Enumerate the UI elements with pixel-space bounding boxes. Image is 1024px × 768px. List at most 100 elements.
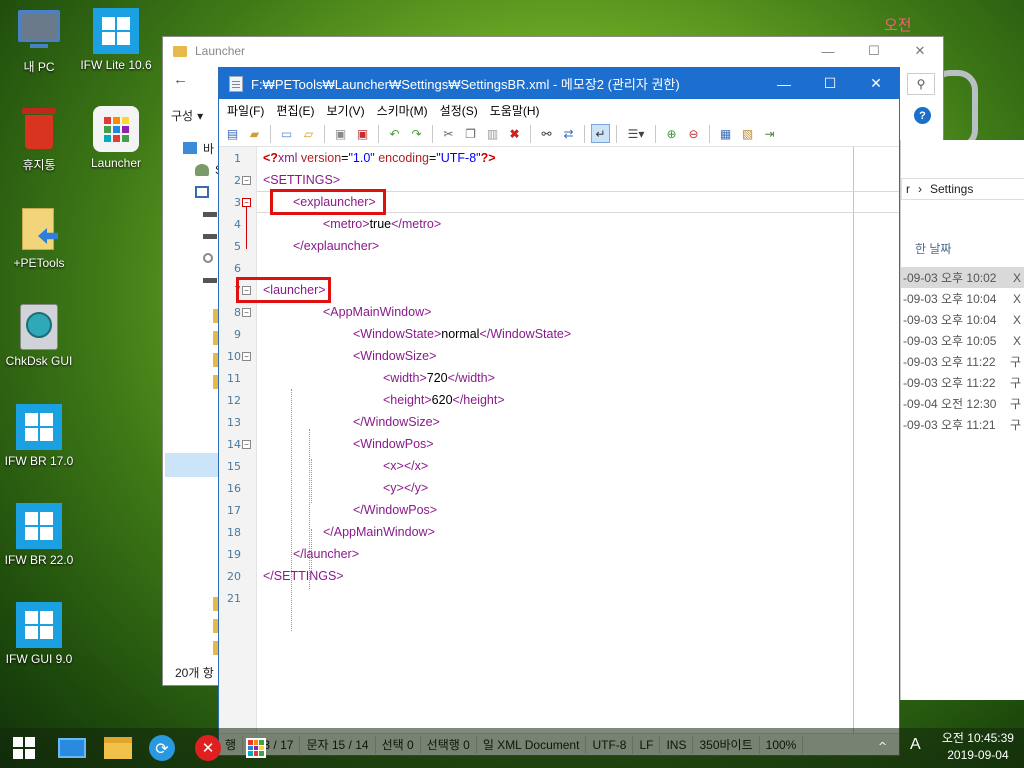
- start-button[interactable]: [8, 732, 40, 764]
- find-icon[interactable]: ⚯: [537, 124, 556, 143]
- help-button[interactable]: ?: [914, 107, 931, 124]
- save-icon[interactable]: ▣: [331, 124, 350, 143]
- desktop-icon-recycle-bin[interactable]: 휴지통: [0, 106, 81, 173]
- redo-icon[interactable]: ↷: [407, 124, 426, 143]
- code-line[interactable]: 4 <metro>true</metro>: [219, 213, 899, 235]
- selected-nav-item[interactable]: [165, 453, 220, 477]
- scheme-icon[interactable]: ▦: [716, 124, 735, 143]
- cut-icon[interactable]: ✂: [439, 124, 458, 143]
- exit-icon[interactable]: ⇥: [760, 124, 779, 143]
- code-line[interactable]: 10− <WindowSize>: [219, 345, 899, 367]
- code-line[interactable]: 12 <height>620</height>: [219, 389, 899, 411]
- code-line[interactable]: 5 </explauncher>: [219, 235, 899, 257]
- word-wrap-icon[interactable]: ↵: [591, 124, 610, 143]
- code-line[interactable]: 14− <WindowPos>: [219, 433, 899, 455]
- desktop-icon-petools[interactable]: +PETools: [0, 206, 81, 270]
- replace-icon[interactable]: ⇄: [559, 124, 578, 143]
- fold-toggle-icon[interactable]: −: [242, 439, 251, 449]
- file-row[interactable]: -09-03 오후 10:05 X: [901, 330, 1024, 351]
- code-line[interactable]: 1 <?xml version="1.0" encoding="UTF-8"?>: [219, 147, 899, 169]
- settings-icon[interactable]: ▧: [738, 124, 757, 143]
- close-button[interactable]: ✕: [853, 68, 899, 99]
- fold-toggle-icon[interactable]: −: [242, 175, 251, 185]
- taskbar-launcher-button[interactable]: [240, 732, 272, 764]
- breadcrumb[interactable]: r › Settings: [901, 178, 1024, 200]
- minimize-button[interactable]: —: [805, 37, 851, 65]
- browse-icon[interactable]: ▭: [277, 124, 296, 143]
- zoom-out-icon[interactable]: ⊖: [684, 124, 703, 143]
- file-row[interactable]: -09-03 오후 10:04 X: [901, 309, 1024, 330]
- fold-toggle-icon[interactable]: −: [242, 197, 251, 207]
- file-row[interactable]: -09-03 오후 10:02 X: [901, 267, 1024, 288]
- organize-menu[interactable]: 구성 ▾: [171, 107, 203, 124]
- code-text: <SETTINGS>: [263, 173, 341, 187]
- zoom-in-icon[interactable]: ⊕: [662, 124, 681, 143]
- paste-icon[interactable]: ▥: [483, 124, 502, 143]
- notepad2-window[interactable]: F:₩PETools₩Launcher₩Settings₩SettingsBR.…: [218, 67, 900, 756]
- menu-item[interactable]: 편집(E): [272, 102, 322, 119]
- search-button[interactable]: ⚲: [907, 73, 935, 95]
- file-row[interactable]: -09-03 오후 11:22 구: [901, 372, 1024, 393]
- desktop-icon-ifw-gui[interactable]: IFW GUI 9.0: [0, 602, 81, 666]
- save-as-icon[interactable]: ▣: [353, 124, 372, 143]
- desktop-icon-ifw-lite[interactable]: IFW Lite 10.6: [74, 8, 158, 72]
- system-clock[interactable]: 오전 10:45:39 2019-09-04: [942, 730, 1014, 764]
- file-row[interactable]: -09-03 오후 11:22 구: [901, 351, 1024, 372]
- notepad-titlebar[interactable]: F:₩PETools₩Launcher₩Settings₩SettingsBR.…: [219, 68, 899, 99]
- minimize-button[interactable]: —: [761, 68, 807, 99]
- fold-toggle-icon[interactable]: −: [242, 307, 251, 317]
- editor-area[interactable]: 1 <?xml version="1.0" encoding="UTF-8"?> 2…: [219, 147, 899, 733]
- taskbar-explorer-button[interactable]: [102, 732, 134, 764]
- desktop-icon-ifw-br-17[interactable]: IFW BR 17.0: [0, 404, 81, 468]
- code-line[interactable]: 8− <AppMainWindow>: [219, 301, 899, 323]
- settings-explorer-window[interactable]: r › Settings 한 날짜 -09-03 오후 10:02 X -09-03…: [900, 140, 1024, 700]
- nav-item-desktop[interactable]: 바: [183, 137, 223, 159]
- menu-item[interactable]: 설정(S): [436, 102, 486, 119]
- code-line[interactable]: 15 <x></x>: [219, 455, 899, 477]
- menu-item[interactable]: 스키마(M): [373, 102, 436, 119]
- code-line[interactable]: 6: [219, 257, 899, 279]
- code-line[interactable]: 21: [219, 587, 899, 609]
- file-row[interactable]: -09-04 오전 12:30 구: [901, 393, 1024, 414]
- code-line[interactable]: 2− <SETTINGS>: [219, 169, 899, 191]
- maximize-button[interactable]: ☐: [851, 37, 897, 65]
- code-line[interactable]: 17 </WindowPos>: [219, 499, 899, 521]
- desktop-icon-launcher[interactable]: Launcher: [74, 106, 158, 170]
- code-line[interactable]: 13 </WindowSize>: [219, 411, 899, 433]
- code-line[interactable]: 20 </SETTINGS>: [219, 565, 899, 587]
- breadcrumb-settings[interactable]: Settings: [930, 182, 973, 196]
- delete-icon[interactable]: ✖: [505, 124, 524, 143]
- taskbar-close-app-button[interactable]: ✕: [192, 732, 224, 764]
- list-dropdown-icon[interactable]: ☰▾: [623, 124, 649, 143]
- copy-icon[interactable]: ❐: [461, 124, 480, 143]
- code-line[interactable]: 9 <WindowState>normal</WindowState>: [219, 323, 899, 345]
- file-date: -09-04 오전 12:30: [903, 397, 997, 411]
- menu-item[interactable]: 도움말(H): [486, 102, 548, 119]
- desktop-icon-this-pc[interactable]: 내 PC: [0, 8, 81, 75]
- code-line[interactable]: 11 <width>720</width>: [219, 367, 899, 389]
- code-line[interactable]: 16 <y></y>: [219, 477, 899, 499]
- code-text: <AppMainWindow>: [323, 305, 432, 319]
- fold-toggle-icon[interactable]: −: [242, 351, 251, 361]
- new-file-icon[interactable]: ▤: [223, 124, 242, 143]
- menu-item[interactable]: 파일(F): [223, 102, 272, 119]
- desktop-icon-chkdsk[interactable]: ChkDsk GUI: [0, 304, 81, 368]
- column-header-date[interactable]: 한 날짜: [915, 240, 951, 257]
- file-row[interactable]: -09-03 오후 11:21 구: [901, 414, 1024, 435]
- maximize-button[interactable]: ☐: [807, 68, 853, 99]
- input-language-indicator[interactable]: A: [910, 736, 921, 754]
- desktop-icon-ifw-br-22[interactable]: IFW BR 22.0: [0, 503, 81, 567]
- close-button[interactable]: ✕: [897, 37, 943, 65]
- tray-expand-icon[interactable]: ^: [878, 740, 887, 753]
- menu-item[interactable]: 보기(V): [322, 102, 372, 119]
- code-line[interactable]: 18 </AppMainWindow>: [219, 521, 899, 543]
- open-folder-icon[interactable]: ▱: [299, 124, 318, 143]
- back-button[interactable]: ←: [173, 71, 188, 88]
- taskbar-desktop-button[interactable]: [56, 732, 88, 764]
- taskbar-sync-button[interactable]: ⟳: [146, 732, 178, 764]
- drive-icon: [203, 211, 217, 217]
- code-line[interactable]: 19 </launcher>: [219, 543, 899, 565]
- undo-icon[interactable]: ↶: [385, 124, 404, 143]
- open-file-icon[interactable]: ▰: [245, 124, 264, 143]
- file-row[interactable]: -09-03 오후 10:04 X: [901, 288, 1024, 309]
